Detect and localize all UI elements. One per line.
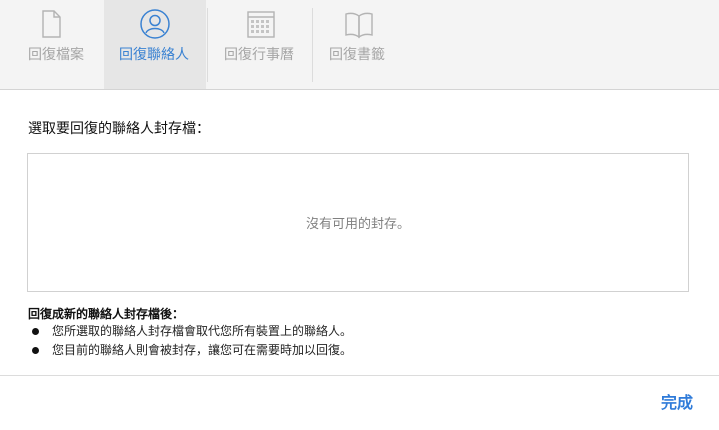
list-item-text: 您目前的聯絡人則會被封存，讓您可在需要時加以回復。 <box>52 343 353 357</box>
tab-restore-files[interactable]: 回復檔案 <box>0 0 102 89</box>
tab-label: 回復書籤 <box>329 47 385 63</box>
notes-title: 回復成新的聯絡人封存檔後： <box>28 307 185 321</box>
done-button[interactable]: 完成 <box>661 389 693 413</box>
tab-label: 回復行事曆 <box>224 47 294 63</box>
footer-divider <box>0 375 719 376</box>
calendar-icon <box>247 11 275 38</box>
tab-bar: 回復檔案 回復聯絡人 回復行事曆 回復書籤 <box>0 0 719 90</box>
list-item-text: 您所選取的聯絡人封存檔會取代您所有裝置上的聯絡人。 <box>52 324 353 338</box>
empty-state-text: 沒有可用的封存。 <box>305 217 410 232</box>
tab-restore-calendar[interactable]: 回復行事曆 <box>208 0 312 89</box>
book-icon <box>345 12 373 39</box>
bullet-icon <box>32 328 39 335</box>
tab-restore-bookmarks[interactable]: 回復書籤 <box>313 0 405 89</box>
tab-label: 回復聯絡人 <box>119 47 189 63</box>
bullet-icon <box>32 347 39 354</box>
document-icon <box>42 10 61 38</box>
list-item: 您目前的聯絡人則會被封存，讓您可在需要時加以回復。 <box>28 341 352 360</box>
archive-list[interactable]: 沒有可用的封存。 <box>27 153 689 292</box>
contact-icon <box>140 9 170 39</box>
list-item: 您所選取的聯絡人封存檔會取代您所有裝置上的聯絡人。 <box>28 322 352 341</box>
tab-restore-contacts[interactable]: 回復聯絡人 <box>104 0 206 89</box>
page-heading: 選取要回復的聯絡人封存檔： <box>28 121 210 137</box>
tab-label: 回復檔案 <box>28 47 84 63</box>
notes-list: 您所選取的聯絡人封存檔會取代您所有裝置上的聯絡人。 您目前的聯絡人則會被封存，讓… <box>28 322 352 360</box>
